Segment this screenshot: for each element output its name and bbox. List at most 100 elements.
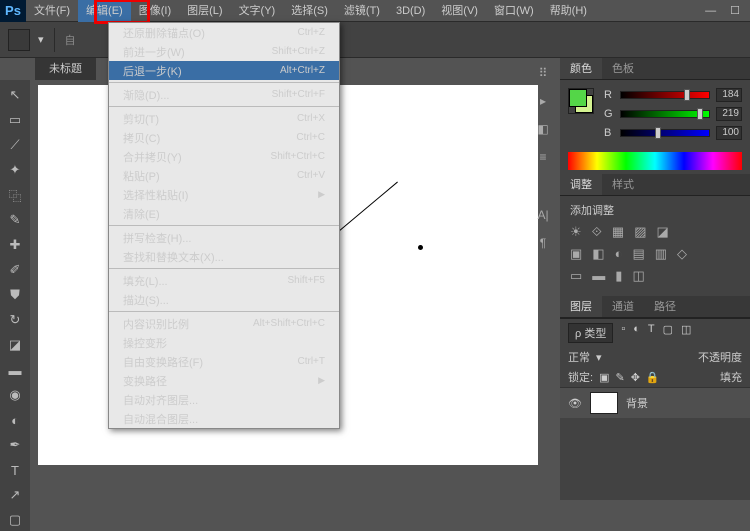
layers-panel-tabs: 图层 通道 路径 — [560, 296, 750, 318]
panel-icon[interactable]: ▸ — [532, 94, 554, 112]
lasso-tool-icon[interactable]: ⟋ — [4, 134, 26, 156]
current-tool-icon[interactable] — [8, 29, 30, 51]
tab-paths[interactable]: 路径 — [644, 296, 686, 317]
menu-3d[interactable]: 3D(D) — [388, 0, 433, 22]
channel-value[interactable]: 100 — [716, 126, 742, 140]
panel-icon[interactable]: A| — [532, 208, 554, 226]
dodge-tool-icon[interactable]: ◐ — [4, 409, 26, 431]
color-slider[interactable] — [620, 91, 710, 99]
move-tool-icon[interactable]: ↖ — [4, 84, 26, 106]
document-tab[interactable]: 未标题 — [35, 58, 96, 80]
menu-file[interactable]: 文件(F) — [26, 0, 78, 22]
color-spectrum[interactable] — [568, 152, 742, 170]
menu-item[interactable]: 前进一步(W)Shift+Ctrl+Z — [109, 42, 339, 61]
adjustment-icon[interactable]: ▨ — [634, 224, 646, 240]
chevron-down-icon[interactable]: ▾ — [38, 33, 44, 46]
wand-tool-icon[interactable]: ✦ — [4, 159, 26, 181]
adjustment-icon[interactable]: ◪ — [657, 224, 669, 240]
adjustment-icon[interactable]: ▤ — [632, 246, 644, 262]
layer-row[interactable]: 👁 背景 — [560, 387, 750, 418]
menu-window[interactable]: 窗口(W) — [486, 0, 542, 22]
filter-icon[interactable]: ◐ — [633, 323, 640, 343]
menu-item[interactable]: 选择性粘贴(I)▶ — [109, 185, 339, 204]
path-tool-icon[interactable]: ↗ — [4, 484, 26, 506]
lock-icon[interactable]: ✥ — [631, 371, 640, 384]
blur-tool-icon[interactable]: ◉ — [4, 384, 26, 406]
tab-swatches[interactable]: 色板 — [602, 58, 644, 79]
adjustment-icon[interactable]: ◧ — [592, 246, 604, 262]
tab-color[interactable]: 颜色 — [560, 58, 602, 79]
adjustment-icon[interactable]: ◐ — [615, 246, 623, 262]
gradient-tool-icon[interactable]: ▬ — [4, 359, 26, 381]
menu-image[interactable]: 图像(I) — [131, 0, 179, 22]
menu-type[interactable]: 文字(Y) — [231, 0, 284, 22]
menu-item[interactable]: 后退一步(K)Alt+Ctrl+Z — [109, 61, 339, 80]
toolbox: ↖ ▭ ⟋ ✦ ⿻ ✎ ✚ ✐ ⛊ ↻ ◪ ▬ ◉ ◐ ✒ T ↗ ▢ — [0, 80, 30, 531]
adjustment-icon[interactable]: ▮ — [615, 268, 622, 284]
layer-kind-select[interactable]: ρ 类型 — [568, 323, 613, 343]
menu-help[interactable]: 帮助(H) — [542, 0, 595, 22]
lock-icon[interactable]: 🔒 — [646, 371, 660, 384]
fg-color[interactable] — [569, 89, 587, 107]
adjustment-icon[interactable]: ▥ — [655, 246, 667, 262]
type-tool-icon[interactable]: T — [4, 459, 26, 481]
panel-icon[interactable]: ¶ — [532, 236, 554, 254]
adjustment-icon[interactable]: ▣ — [570, 246, 582, 262]
minimize-icon[interactable]: — — [705, 5, 716, 17]
menu-filter[interactable]: 滤镜(T) — [336, 0, 388, 22]
eyedropper-tool-icon[interactable]: ✎ — [4, 209, 26, 231]
visibility-icon[interactable]: 👁 — [568, 397, 582, 410]
panel-icon[interactable]: ◧ — [532, 122, 554, 140]
shape-tool-icon[interactable]: ▢ — [4, 509, 26, 531]
menu-layer[interactable]: 图层(L) — [179, 0, 230, 22]
layer-thumbnail[interactable] — [590, 392, 618, 414]
menu-item[interactable]: 拷贝(C)Ctrl+C — [109, 128, 339, 147]
tab-adjustments[interactable]: 调整 — [560, 174, 602, 195]
menu-item: 渐隐(D)...Shift+Ctrl+F — [109, 85, 339, 104]
tab-channels[interactable]: 通道 — [602, 296, 644, 317]
menu-item[interactable]: 粘贴(P)Ctrl+V — [109, 166, 339, 185]
menu-item[interactable]: 自由变换路径(F)Ctrl+T — [109, 352, 339, 371]
menu-item[interactable]: 变换路径▶ — [109, 371, 339, 390]
adjustment-icon[interactable]: ⟐ — [592, 224, 602, 240]
menu-view[interactable]: 视图(V) — [433, 0, 486, 22]
menu-select[interactable]: 选择(S) — [283, 0, 336, 22]
heal-tool-icon[interactable]: ✚ — [4, 234, 26, 256]
menu-item[interactable]: 填充(L)...Shift+F5 — [109, 271, 339, 290]
stamp-tool-icon[interactable]: ⛊ — [4, 284, 26, 306]
channel-label: B — [604, 127, 614, 139]
color-slider[interactable] — [620, 129, 710, 137]
panel-icon[interactable]: ≡ — [532, 150, 554, 168]
menu-item[interactable]: 剪切(T)Ctrl+X — [109, 109, 339, 128]
lock-icon[interactable]: ✎ — [615, 371, 624, 384]
color-slider[interactable] — [620, 110, 710, 118]
panel-icon[interactable]: ⠿ — [532, 66, 554, 84]
history-brush-icon[interactable]: ↻ — [4, 309, 26, 331]
adjustment-icon[interactable]: ☀ — [570, 224, 582, 240]
menu-edit[interactable]: 编辑(E) — [78, 0, 131, 22]
tab-styles[interactable]: 样式 — [602, 174, 644, 195]
crop-tool-icon[interactable]: ⿻ — [4, 184, 26, 206]
adjustment-icon[interactable]: ▦ — [612, 224, 624, 240]
blend-mode-select[interactable]: 正常 — [568, 349, 590, 365]
lock-icon[interactable]: ▣ — [599, 371, 609, 384]
anchor-point — [418, 245, 423, 250]
adjustment-icon[interactable]: ▬ — [592, 268, 605, 284]
channel-value[interactable]: 184 — [716, 88, 742, 102]
brush-tool-icon[interactable]: ✐ — [4, 259, 26, 281]
channel-value[interactable]: 219 — [716, 107, 742, 121]
menu-item[interactable]: 还原删除锚点(O)Ctrl+Z — [109, 23, 339, 42]
filter-icon[interactable]: ▢ — [663, 323, 673, 343]
adjustment-icon[interactable]: ◇ — [677, 246, 687, 262]
filter-icon[interactable]: T — [648, 323, 655, 343]
filter-icon[interactable]: ◫ — [681, 323, 691, 343]
pen-tool-icon[interactable]: ✒ — [4, 434, 26, 456]
eraser-tool-icon[interactable]: ◪ — [4, 334, 26, 356]
adjustment-icon[interactable]: ▭ — [570, 268, 582, 284]
maximize-icon[interactable]: ☐ — [730, 4, 740, 17]
filter-icon[interactable]: ▫ — [621, 323, 625, 343]
tab-layers[interactable]: 图层 — [560, 296, 602, 317]
marquee-tool-icon[interactable]: ▭ — [4, 109, 26, 131]
adjustment-icon[interactable]: ◫ — [632, 268, 644, 284]
color-swatch[interactable] — [568, 88, 594, 114]
